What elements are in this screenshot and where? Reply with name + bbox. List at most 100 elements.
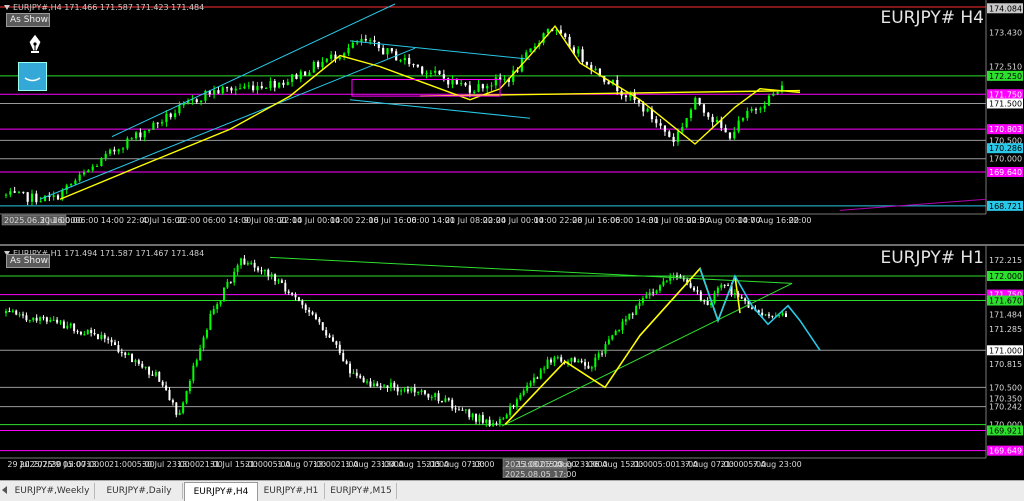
candle-body [505, 414, 508, 419]
candle-body [66, 325, 69, 329]
h4-chart-canvas[interactable]: 174.084 173.430 172.510172.250 171.750171.5… [0, 0, 1024, 244]
candle-body [481, 84, 484, 89]
candle-body [707, 112, 710, 117]
candle-body [662, 281, 665, 286]
candle-body [103, 334, 106, 339]
price-tick-label: 170.500 [989, 383, 1022, 392]
candle-body [412, 64, 415, 66]
candle-body [403, 389, 406, 391]
candle-body [706, 300, 709, 306]
candle-body [577, 49, 580, 54]
candle-body [759, 108, 762, 110]
price-tick-label: 170.815 [989, 360, 1022, 369]
candle-body [335, 341, 338, 345]
candle-body [278, 82, 281, 88]
candle-body [711, 116, 714, 122]
price-tick-label: 169.649 [989, 447, 1022, 456]
candle-body [490, 85, 493, 87]
time-tick-label: 06:00 [203, 216, 226, 225]
candle-body [86, 329, 89, 335]
candle-body [205, 329, 208, 338]
candle-body [698, 97, 701, 105]
candle-body [570, 357, 573, 362]
candle-body [525, 52, 528, 58]
candle-body [509, 405, 512, 415]
candle-body [321, 322, 324, 331]
candle-body [444, 398, 447, 402]
candle-body [147, 129, 151, 132]
chart-tab[interactable]: EURJPY#,Daily [96, 483, 183, 499]
candle-body [386, 385, 389, 388]
candle-body [560, 357, 563, 362]
candle-body [635, 306, 638, 315]
candle-body [416, 64, 419, 67]
candle-body [488, 419, 491, 426]
candle-body [733, 131, 736, 139]
price-tick-label: 170.000 [989, 155, 1022, 164]
candle-body [277, 280, 280, 282]
scroll-left-icon[interactable] [2, 486, 7, 494]
candle-body [372, 383, 375, 387]
candle-body [331, 337, 334, 342]
time-tick-label: 21:00 [721, 460, 744, 469]
candle-body [243, 258, 246, 265]
candle-body [594, 68, 597, 71]
candle-body [308, 72, 311, 76]
candle-body [355, 372, 358, 376]
candle-body [529, 48, 532, 53]
chart-tab[interactable]: EURJPY#,Weekly [10, 483, 95, 499]
candle-body [642, 102, 645, 112]
candle-body [451, 399, 454, 409]
candle-body [672, 136, 675, 142]
candle-body [287, 291, 290, 294]
h1-chart-canvas[interactable]: 172.215172.000171.750171.670171.484171.2… [0, 246, 1024, 478]
candle-body [250, 262, 253, 264]
candle-body [318, 319, 321, 323]
h1-chart-panel[interactable]: 172.215 172.000 171.750 171.670 171.484 171.2… [0, 246, 1024, 478]
candle-body [69, 323, 72, 326]
price-tick-label: 171.500 [989, 99, 1022, 108]
candle-body [648, 292, 651, 296]
h4-chart-panel[interactable]: 174.084 173.430 172.510 172.250 171.750 171.5… [0, 0, 1024, 244]
candle-body [161, 381, 164, 386]
candle-body [373, 40, 376, 42]
h4-symbol-label: EURJPY# H4 [880, 8, 984, 28]
price-tick-label: 170.286 [989, 144, 1022, 153]
candle-body [703, 300, 706, 302]
candle-body [284, 282, 287, 292]
candle-body [597, 353, 600, 358]
chart-tab[interactable]: EURJPY#,H1 [258, 483, 325, 499]
candle-body [549, 359, 552, 363]
candle-body [379, 386, 382, 388]
candle-body [390, 48, 393, 52]
candle-body [52, 319, 55, 321]
candle-body [389, 382, 392, 388]
candle-body [351, 42, 354, 48]
candle-body [143, 131, 146, 138]
h1-as-shown-button[interactable]: As Shown [6, 254, 50, 268]
smile-expert-icon[interactable] [18, 62, 47, 91]
candle-body [11, 310, 14, 313]
candle-body [130, 138, 133, 140]
candle-body [124, 352, 127, 355]
pen-tool-icon[interactable] [24, 32, 46, 54]
candle-body [604, 344, 607, 354]
candle-body [45, 317, 48, 322]
price-tick-label: 172.215 [989, 256, 1022, 265]
candle-body [273, 80, 276, 88]
candle-body [442, 74, 445, 79]
candle-body [434, 70, 437, 73]
chart-tab[interactable]: EURJPY#,M15 [326, 483, 397, 499]
h4-as-shown-button[interactable]: As Shown [6, 13, 50, 27]
candle-body [295, 74, 298, 80]
candle-body [430, 396, 433, 398]
candle-body [185, 391, 188, 403]
candle-body [486, 86, 489, 89]
candle-body [95, 166, 99, 168]
candle-body [771, 315, 774, 317]
candle-body [131, 354, 134, 363]
candle-body [676, 131, 680, 142]
chart-tab[interactable]: EURJPY#,H4 [184, 482, 258, 501]
candle-body [663, 125, 667, 132]
candle-body [229, 281, 232, 283]
